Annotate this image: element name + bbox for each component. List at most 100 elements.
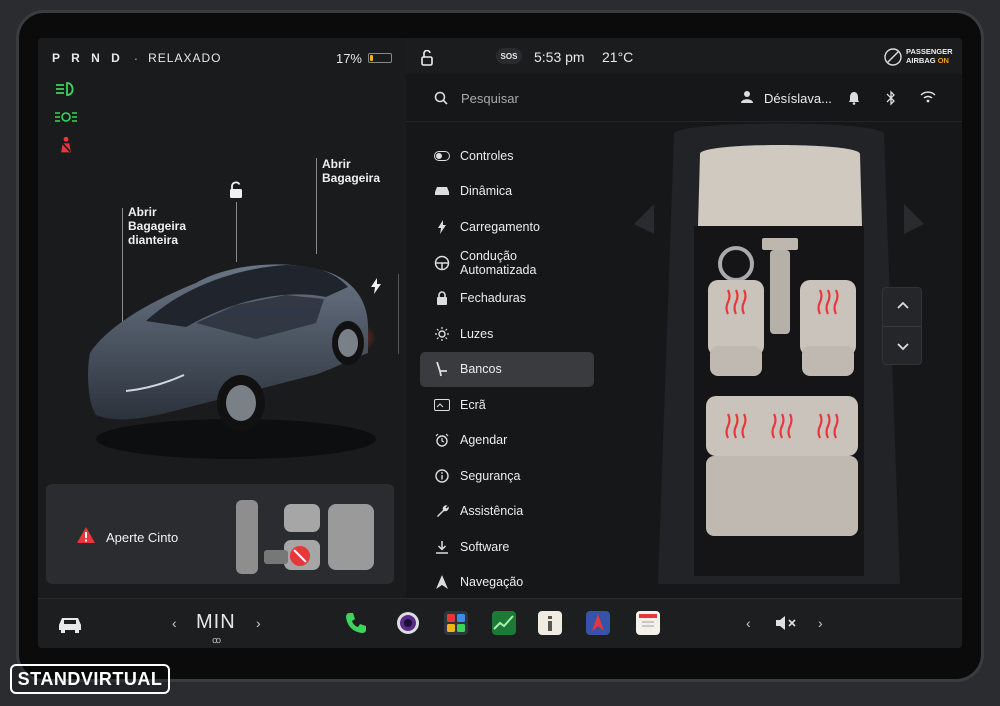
parking-lights-icon bbox=[55, 112, 77, 122]
seat-climate-icon[interactable]: ꝏ bbox=[212, 635, 221, 646]
drive-mode: RELAXADO bbox=[148, 51, 222, 65]
menu-item-assistencia[interactable]: Assistência bbox=[420, 494, 594, 530]
menu-item-fechaduras[interactable]: Fechaduras bbox=[420, 281, 594, 317]
charge-callout-line bbox=[398, 274, 399, 354]
gear-selector: P R N D bbox=[52, 51, 124, 65]
controls-pane: Pesquisar Désíslava... Controles Dinâmica… bbox=[406, 74, 962, 598]
car-icon[interactable] bbox=[56, 613, 84, 633]
passenger-airbag-indicator: PASSENGER AIRBAG ON bbox=[884, 46, 954, 68]
bluetooth-icon[interactable] bbox=[886, 90, 896, 106]
touchscreen: P R N D · RELAXADO 17% Abrir Bagageira d… bbox=[38, 38, 962, 648]
menu-item-controles[interactable]: Controles bbox=[420, 138, 594, 174]
menu-item-label: Software bbox=[460, 539, 510, 554]
menu-item-conducao[interactable]: Condução Automatizada bbox=[420, 245, 594, 281]
clock: 5:53 pm bbox=[534, 49, 585, 65]
notifications-icon[interactable] bbox=[848, 91, 860, 105]
battery-indicator: 17% bbox=[336, 51, 392, 66]
chevron-down-icon[interactable] bbox=[896, 342, 910, 352]
drive-status-row: P R N D · RELAXADO 17% bbox=[52, 50, 392, 66]
volume-increase-chevron[interactable]: › bbox=[818, 615, 823, 631]
airbag-icon bbox=[884, 48, 902, 66]
top-status-bar: SOS 5:53 pm 21°C PASSENGER AIRBAG ON bbox=[406, 38, 962, 74]
outside-temperature: 21°C bbox=[602, 49, 634, 65]
unlock-icon[interactable] bbox=[227, 181, 245, 199]
wrench-icon bbox=[434, 503, 450, 519]
menu-item-ecra[interactable]: Ecrã bbox=[420, 387, 594, 423]
seatbelt-warning-icon bbox=[61, 136, 71, 153]
alert-message: Aperte Cinto bbox=[106, 530, 179, 545]
frunk-open-label[interactable]: Abrir Bagageira dianteira bbox=[128, 205, 186, 247]
menu-item-label: Ecrã bbox=[460, 397, 486, 412]
seat-icon bbox=[434, 361, 450, 377]
settings-menu: Controles Dinâmica Carregamento Condução Au… bbox=[420, 138, 594, 600]
menu-item-label: Controles bbox=[460, 148, 514, 163]
sun-icon bbox=[434, 326, 450, 342]
energy-icon[interactable] bbox=[492, 611, 516, 635]
vehicle-model-image[interactable] bbox=[86, 243, 386, 483]
manual-icon[interactable] bbox=[538, 611, 562, 635]
trunk-open-label[interactable]: Abrir Bagageira bbox=[322, 157, 380, 185]
bolt-icon bbox=[434, 219, 450, 235]
navigation-icon bbox=[434, 574, 450, 590]
battery-fill bbox=[370, 55, 373, 61]
menu-item-label: Carregamento bbox=[460, 219, 540, 234]
steering-wheel-icon bbox=[434, 255, 450, 271]
alarm-icon bbox=[434, 432, 450, 448]
seat-occupancy-diagram bbox=[236, 500, 374, 574]
battery-percent: 17% bbox=[335, 50, 362, 66]
arcade-icon[interactable] bbox=[444, 611, 468, 635]
chevron-up-icon[interactable] bbox=[896, 300, 910, 310]
warning-icon bbox=[77, 527, 95, 543]
menu-item-software[interactable]: Software bbox=[420, 529, 594, 565]
seat-scroll-control bbox=[882, 287, 922, 365]
low-beam-icon bbox=[56, 82, 74, 96]
trunk-callout-line bbox=[316, 158, 317, 254]
seatbelt-alert-card[interactable]: Aperte Cinto bbox=[46, 484, 394, 584]
toggle-icon bbox=[434, 148, 450, 164]
volume-decrease-chevron[interactable]: ‹ bbox=[746, 615, 751, 631]
battery-icon bbox=[368, 53, 392, 63]
info-icon bbox=[434, 468, 450, 484]
car-icon bbox=[434, 183, 450, 199]
menu-item-label: Fechaduras bbox=[460, 291, 527, 306]
wifi-icon[interactable] bbox=[920, 91, 936, 103]
watermark-logo: STANDVIRTUAL bbox=[10, 664, 170, 694]
menu-item-seguranca[interactable]: Segurança bbox=[420, 458, 594, 494]
menu-item-agendar[interactable]: Agendar bbox=[420, 423, 594, 459]
user-profile-icon bbox=[741, 91, 753, 103]
cabin-seat-diagram bbox=[634, 123, 924, 584]
menu-item-label: Condução Automatizada bbox=[460, 248, 537, 277]
search-input[interactable]: Pesquisar bbox=[461, 91, 519, 106]
airbag-label-2: AIRBAG bbox=[906, 56, 936, 65]
lock-icon bbox=[434, 290, 450, 306]
lock-status-icon[interactable] bbox=[420, 50, 436, 66]
menu-item-label: Dinâmica bbox=[460, 184, 513, 199]
camera-icon[interactable] bbox=[396, 611, 420, 635]
menu-item-bancos[interactable]: Bancos bbox=[420, 351, 594, 387]
fan-decrease-chevron[interactable]: ‹ bbox=[172, 615, 177, 631]
menu-item-label: Navegação bbox=[460, 575, 524, 590]
volume-muted-icon[interactable] bbox=[774, 614, 798, 632]
fan-speed-value[interactable]: MIN bbox=[196, 611, 236, 634]
menu-item-label: Agendar bbox=[460, 433, 508, 448]
airbag-state: ON bbox=[937, 56, 949, 65]
sos-icon[interactable]: SOS bbox=[496, 48, 522, 64]
calendar-icon[interactable] bbox=[636, 611, 660, 635]
vehicle-pane: P R N D · RELAXADO 17% Abrir Bagageira d… bbox=[38, 38, 406, 598]
download-icon bbox=[434, 539, 450, 555]
menu-item-luzes[interactable]: Luzes bbox=[420, 316, 594, 352]
menu-item-navegacao[interactable]: Navegação bbox=[420, 565, 594, 601]
airbag-label-1: PASSENGER bbox=[906, 47, 953, 56]
menu-item-dinamica[interactable]: Dinâmica bbox=[420, 174, 594, 210]
driver-profile-name[interactable]: Désíslava... bbox=[764, 91, 832, 106]
phone-icon[interactable] bbox=[344, 611, 368, 635]
separator: · bbox=[133, 50, 139, 66]
fan-increase-chevron[interactable]: › bbox=[256, 615, 261, 631]
taskbar: ‹ MIN ꝏ › ‹ › bbox=[38, 598, 962, 648]
menu-item-carregamento[interactable]: Carregamento bbox=[420, 209, 594, 245]
menu-item-label: Segurança bbox=[460, 468, 521, 483]
maps-icon[interactable] bbox=[586, 611, 610, 635]
menu-item-label: Bancos bbox=[460, 362, 502, 377]
menu-item-label: Assistência bbox=[460, 504, 524, 519]
search-icon bbox=[434, 91, 448, 105]
